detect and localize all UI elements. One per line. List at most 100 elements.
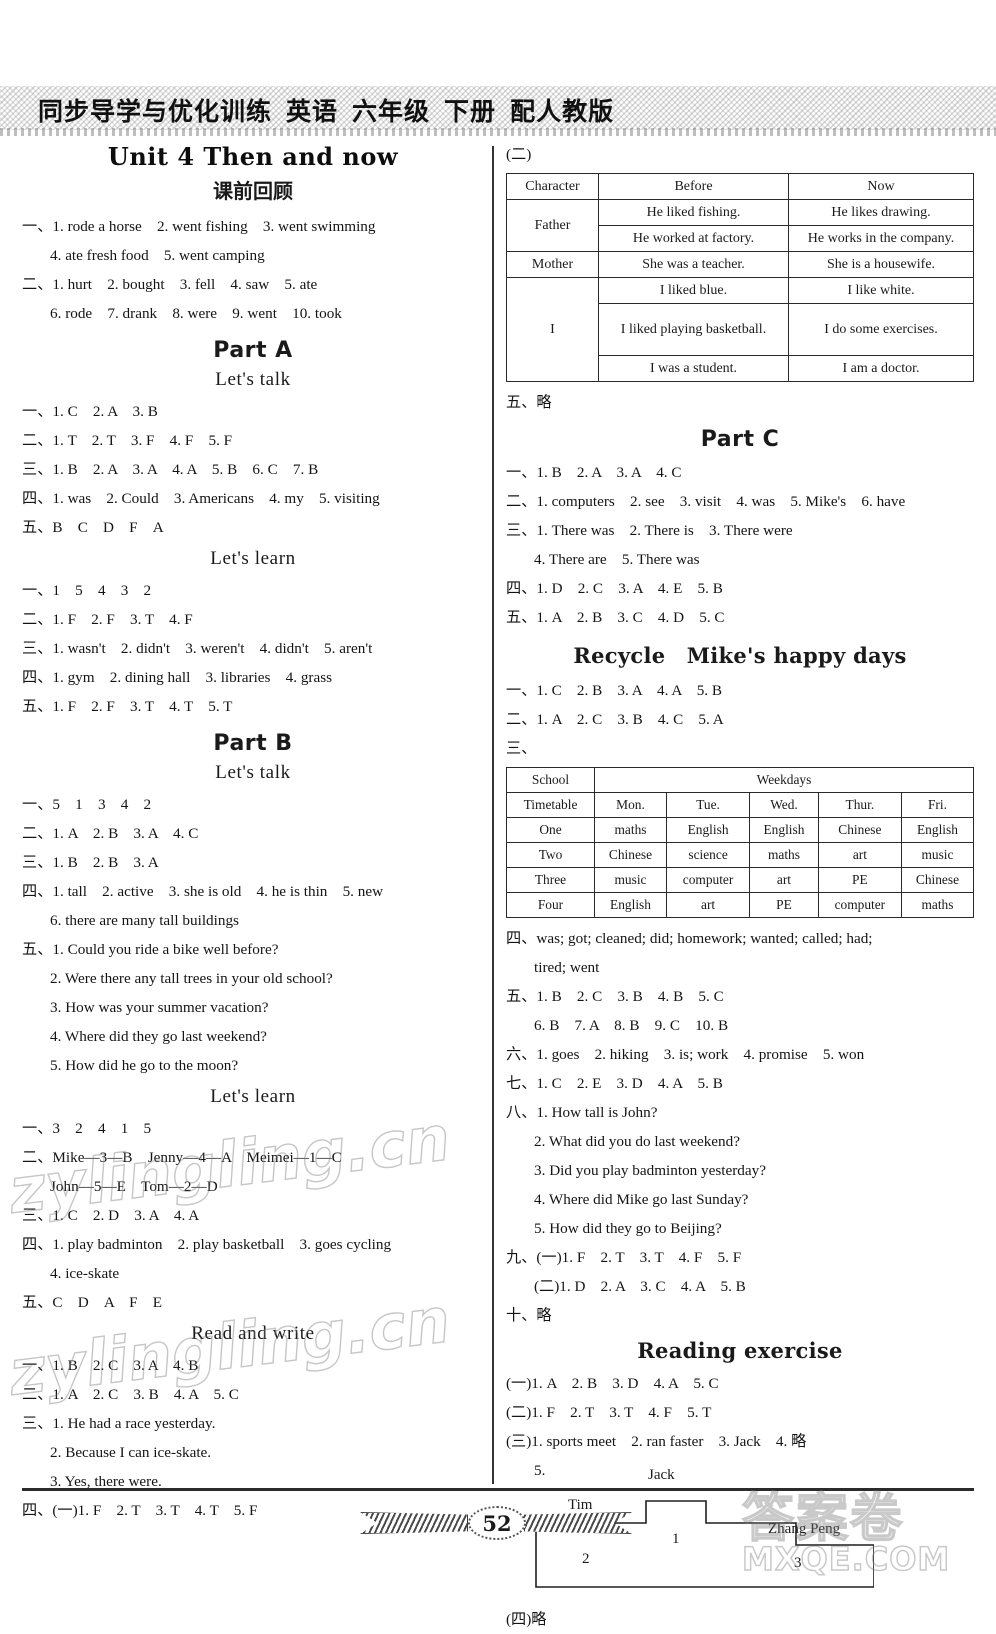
part-a-lets-learn-heading: Let's learn: [210, 548, 296, 569]
podium-second-place: 2: [582, 1551, 590, 1567]
timetable-cell: English: [749, 817, 819, 843]
part-a-heading: Part A: [213, 338, 293, 363]
table-cell-before: He worked at factory.: [598, 225, 789, 252]
reading-exercise-heading: Reading exercise: [637, 1338, 843, 1363]
timetable-period-label: Four: [506, 892, 595, 918]
school-timetable-table: School Weekdays Timetable Mon. Tue. Wed.…: [506, 767, 975, 918]
answer-line: 4. ice-skate: [50, 1265, 120, 1282]
timetable-cell: Chinese: [900, 867, 975, 893]
book-subject-text: 英语: [286, 97, 339, 126]
table-row: Three music computer art PE Chinese: [506, 867, 975, 893]
timetable-cell: computer: [665, 867, 751, 893]
answer-line: 二、1. A 2. C 3. B 4. C 5. A: [506, 711, 724, 728]
answer-line: 2. Because I can ice-skate.: [50, 1444, 212, 1461]
timetable-cell: music: [594, 867, 667, 893]
timetable-cell: Chinese: [594, 842, 667, 868]
timetable-day-header: Tue.: [665, 792, 751, 818]
timetable-cell: art: [817, 842, 902, 868]
table-cell-before: I liked blue.: [598, 277, 789, 304]
answer-line: 2. Were there any tall trees in your old…: [50, 970, 333, 987]
answer-line: 4. Where did they go last weekend?: [50, 1028, 267, 1045]
answer-line: 一、1 5 4 3 2: [22, 582, 152, 599]
table-cell-now: I do some exercises.: [788, 303, 974, 356]
read-and-write-heading: Read and write: [191, 1323, 315, 1344]
timetable-cell: English: [594, 892, 667, 918]
table-cell-now: She is a housewife.: [788, 251, 974, 278]
answer-line: 四、1. was 2. Could 3. Americans 4. my 5. …: [22, 490, 380, 507]
answer-line: 2. What did you do last weekend?: [534, 1133, 740, 1150]
timetable-day-header: Thur.: [817, 792, 902, 818]
answer-line: 五、B C D F A: [22, 519, 164, 536]
answer-line: 二、1. hurt 2. bought 3. fell 4. saw 5. at…: [22, 276, 318, 293]
timetable-cell: Chinese: [817, 817, 902, 843]
book-edition-text: 配人教版: [510, 97, 615, 126]
timetable-cell: science: [665, 842, 751, 868]
table-cell-now: I like white.: [788, 277, 974, 304]
answer-line: 二、1. A 2. B 3. A 4. C: [22, 825, 199, 842]
table-cell-before: She was a teacher.: [598, 251, 789, 278]
answer-line: 五、略: [506, 394, 552, 411]
answer-line: 十、略: [506, 1307, 552, 1324]
answer-line: 五、1. Could you ride a bike well before?: [22, 941, 279, 958]
answer-line: 七、1. C 2. E 3. D 4. A 5. B: [506, 1075, 723, 1092]
timetable-period-label: Three: [506, 867, 595, 893]
timetable-cell: art: [665, 892, 751, 918]
answer-line: 一、5 1 3 4 2: [22, 796, 152, 813]
table-cell-now: I am a doctor.: [788, 355, 974, 382]
timetable-cell: PE: [817, 867, 902, 893]
answer-line: (一)1. A 2. B 3. D 4. A 5. C: [506, 1375, 719, 1392]
answer-line: 二、1. computers 2. see 3. visit 4. was 5.…: [506, 493, 906, 510]
part-b-heading: Part B: [213, 731, 293, 756]
answer-line: 四、1. gym 2. dining hall 3. libraries 4. …: [22, 669, 333, 686]
answer-line: 三、1. He had a race yesterday.: [22, 1415, 216, 1432]
answer-line: (四)略: [506, 1611, 547, 1628]
left-column: Unit 4 Then and now 课前回顾 一、1. rode a hor…: [22, 140, 484, 1525]
unit-title: Unit 4 Then and now: [107, 142, 399, 171]
table-row: Two Chinese science maths art music: [506, 842, 975, 868]
answer-line: 九、(一)1. F 2. T 3. T 4. F 5. F: [506, 1249, 742, 1266]
answer-line: 5. How did he go to the moon?: [50, 1057, 239, 1074]
brand-watermark-en: MXQE.COM: [741, 1539, 951, 1579]
part-c-heading: Part C: [700, 427, 780, 452]
answer-line: 二、1. T 2. T 3. F 4. F 5. F: [22, 432, 233, 449]
answer-line: 三、1. B 2. B 3. A: [22, 854, 159, 871]
answer-line: 6. there are many tall buildings: [50, 912, 239, 929]
right-column: (二) Character Before Now Father He liked…: [506, 140, 975, 1634]
timetable-corner-timetable: Timetable: [506, 792, 595, 818]
timetable-day-header: Mon.: [594, 792, 667, 818]
answer-line: 一、3 2 4 1 5: [22, 1120, 152, 1137]
answer-line: 一、1. rode a horse 2. went fishing 3. wen…: [22, 218, 376, 235]
answer-line: 6. rode 7. drank 8. were 9. went 10. too…: [50, 305, 342, 322]
answer-line: 五、1. A 2. B 3. C 4. D 5. C: [506, 609, 725, 626]
timetable-cell: English: [900, 817, 975, 843]
timetable-cell: art: [749, 867, 819, 893]
table-cell-before: I liked playing basketball.: [598, 303, 789, 356]
answer-line: 3. Did you play badminton yesterday?: [534, 1162, 766, 1179]
answer-line: 三、1. C 2. D 3. A 4. A: [22, 1207, 200, 1224]
part-b-lets-talk-heading: Let's talk: [215, 762, 291, 783]
answer-line: 一、1. C 2. A 3. B: [22, 403, 158, 420]
table-cell-character: Mother: [506, 251, 599, 278]
answer-line: 一、1. C 2. B 3. A 4. A 5. B: [506, 682, 723, 699]
answer-line: 三、1. wasn't 2. didn't 3. weren't 4. didn…: [22, 640, 373, 657]
table-header-row: School Weekdays: [506, 767, 974, 793]
table-cell-now: He works in the company.: [788, 225, 974, 252]
timetable-cell: music: [900, 842, 975, 868]
table-cell-character: Father: [506, 199, 599, 252]
answer-line: 二、1. A 2. C 3. B 4. A 5. C: [22, 1386, 239, 1403]
table-row: Four English art PE computer maths: [506, 892, 975, 918]
table-header-cell: Character: [506, 173, 599, 200]
table-cell-before: I was a student.: [598, 355, 789, 382]
answer-line: 3. How was your summer vacation?: [50, 999, 269, 1016]
book-volume-text: 下册: [444, 97, 497, 126]
timetable-cell: computer: [817, 892, 902, 918]
answer-line: 二、Mike—3—B Jenny—4—A Meimei—1—C: [22, 1149, 342, 1166]
page-number: 52: [468, 1506, 526, 1540]
answer-line: 二、1. F 2. F 3. T 4. F: [22, 611, 193, 628]
answer-line: 6. B 7. A 8. B 9. C 10. B: [534, 1017, 729, 1034]
book-header-title: 同步导学与优化训练 英语 六年级 下册 配人教版: [38, 92, 678, 128]
answer-line: 四、1. tall 2. active 3. she is old 4. he …: [22, 883, 384, 900]
answer-line: 四、1. play badminton 2. play basketball 3…: [22, 1236, 392, 1253]
podium-first-name: Jack: [648, 1467, 675, 1483]
answer-line: 4. Where did Mike go last Sunday?: [534, 1191, 749, 1208]
